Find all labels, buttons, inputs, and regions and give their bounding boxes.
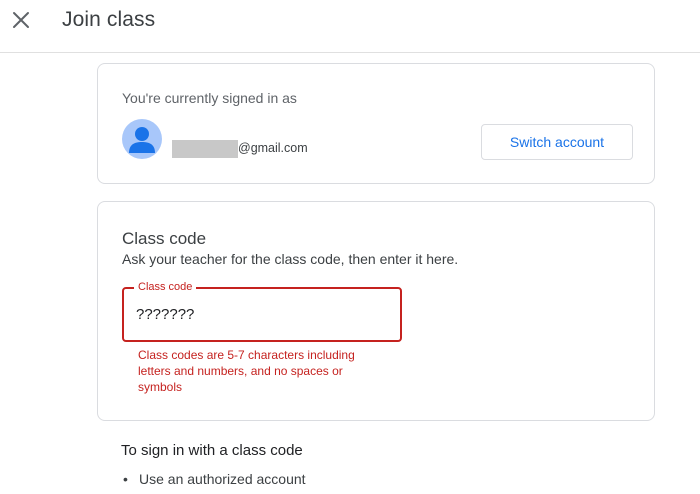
list-item: Use an authorized account bbox=[121, 471, 306, 487]
class-code-heading: Class code bbox=[122, 229, 207, 248]
class-code-field[interactable]: Class code bbox=[122, 281, 402, 342]
close-icon bbox=[13, 12, 29, 28]
account-email: @gmail.com bbox=[238, 141, 308, 155]
redacted-email-username bbox=[172, 140, 238, 158]
signin-help-heading: To sign in with a class code bbox=[121, 442, 303, 459]
signed-in-label: You're currently signed in as bbox=[122, 90, 297, 106]
person-icon bbox=[129, 127, 155, 153]
avatar bbox=[122, 119, 162, 159]
class-code-card: Class code Ask your teacher for the clas… bbox=[97, 201, 655, 421]
dialog-title: Join class bbox=[62, 8, 156, 31]
class-code-input[interactable] bbox=[136, 303, 386, 325]
signin-help-list: Use an authorized account bbox=[121, 471, 306, 487]
account-card: You're currently signed in as @gmail.com… bbox=[97, 63, 655, 184]
class-code-help-text: Ask your teacher for the class code, the… bbox=[122, 251, 459, 267]
class-code-error-message: Class codes are 5-7 characters including… bbox=[138, 348, 355, 394]
close-button[interactable] bbox=[9, 8, 33, 32]
dialog-header: Join class bbox=[0, 0, 700, 53]
class-code-field-label: Class code bbox=[134, 281, 197, 293]
switch-account-button[interactable]: Switch account bbox=[481, 124, 633, 160]
